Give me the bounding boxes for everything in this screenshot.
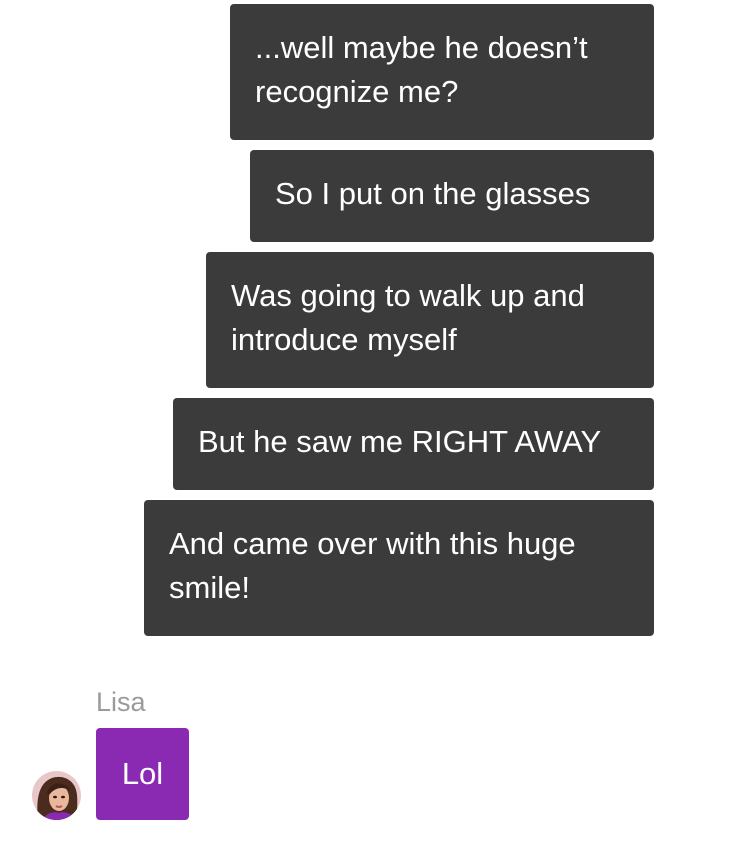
message-text: Lol: [121, 756, 164, 791]
sent-message-bubble[interactable]: ...well maybe he doesn’t recognize me?: [230, 4, 654, 140]
avatar-woman-icon: [32, 771, 81, 820]
sent-message-bubble[interactable]: So I put on the glasses: [250, 150, 654, 242]
sent-message-bubble[interactable]: Was going to walk up and introduce mysel…: [206, 252, 654, 388]
message-text: ...well maybe he doesn’t recognize me?: [255, 30, 588, 109]
message-text: And came over with this huge smile!: [169, 526, 576, 605]
message-text: Was going to walk up and introduce mysel…: [231, 278, 585, 357]
sent-message-bubble[interactable]: And came over with this huge smile!: [144, 500, 654, 636]
message-text: So I put on the glasses: [275, 176, 591, 211]
avatar[interactable]: [32, 771, 81, 820]
message-text: But he saw me RIGHT AWAY: [198, 424, 602, 459]
sent-message-bubble[interactable]: But he saw me RIGHT AWAY: [173, 398, 654, 490]
sender-name: Lisa: [96, 687, 146, 717]
received-message-bubble[interactable]: Lol: [96, 728, 189, 820]
